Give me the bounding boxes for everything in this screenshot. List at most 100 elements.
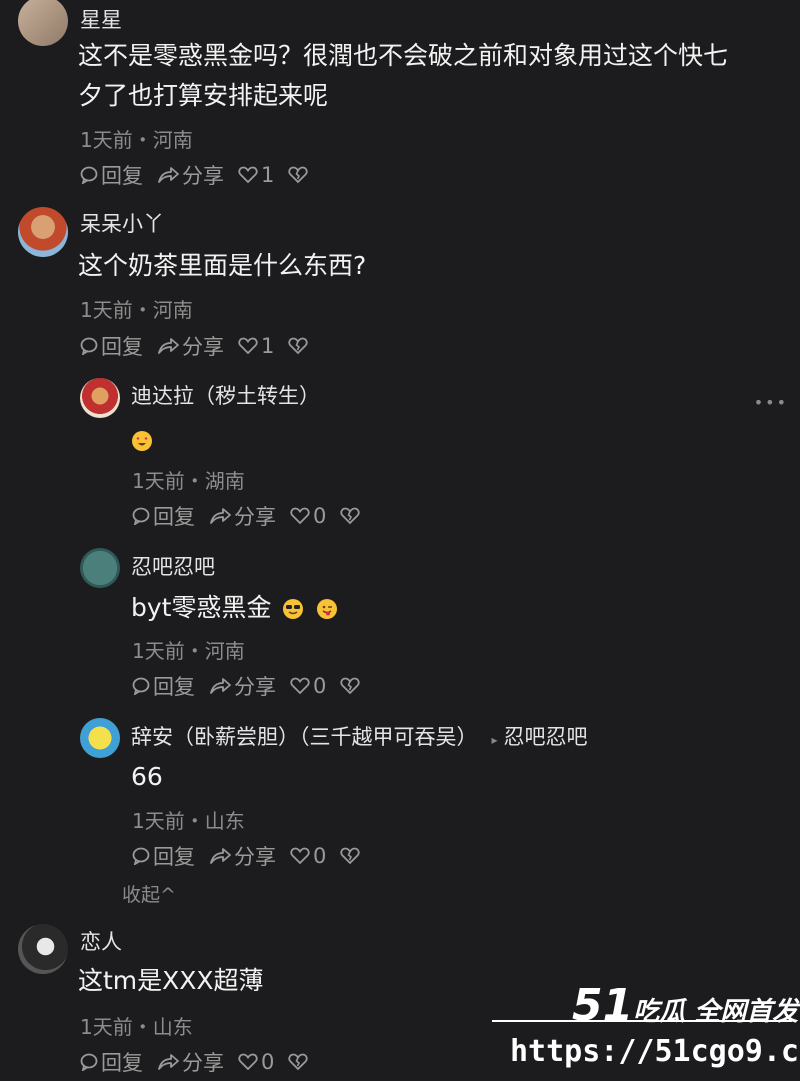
like-button[interactable]: 1 [238,334,274,358]
heart-icon [238,1053,258,1071]
broken-heart-icon [340,677,360,695]
reply-button[interactable]: 回复 [132,841,195,871]
broken-heart-icon [340,507,360,525]
reply-icon [132,507,150,525]
share-icon [210,848,231,864]
avatar[interactable] [80,548,120,588]
comment-meta: 1天前・山东 [80,1015,193,1039]
share-icon [210,678,231,694]
heart-eyes-emoji-icon [132,431,152,451]
comment-text: 这个奶茶里面是什么东西? [78,251,367,280]
share-label: 分享 [182,335,224,359]
comment-text: 夕了也打算安排起来呢 [78,81,329,110]
share-icon [158,167,179,183]
reply-text: 66 [131,762,163,791]
avatar[interactable] [18,0,68,46]
watermark-brand-text: 吃瓜 全网首发 [633,997,799,1027]
sunglasses-emoji-icon [283,599,304,619]
watermark-number: 51 [572,980,634,1031]
reply-author[interactable]: 迪达拉（秽土转生） [131,380,320,410]
comment-actions: 回复 分享 0 [80,1047,325,1077]
watermark-divider [492,1020,792,1022]
reply-text [132,420,152,460]
reply-to-name[interactable]: 忍吧忍吧 [504,725,588,749]
share-label: 分享 [234,675,276,699]
comment-text: 这不是零惑黑金吗？很潤也不会破之前和对象用过这个快七 [78,41,729,70]
share-button[interactable]: 分享 [157,160,224,190]
watermark-brand: 51吃瓜 全网首发 [572,980,798,1031]
comment-meta: 1天前・河南 [80,298,193,322]
winking-tongue-emoji-icon [317,599,338,619]
reply-button[interactable]: 回复 [132,501,195,531]
avatar[interactable] [80,718,120,758]
reply-label: 回复 [153,675,195,699]
reply-meta: 1天前・湖南 [132,469,245,493]
reply-text-content: byt零惑黑金 [131,593,272,622]
comment-actions: 回复 分享 1 [80,331,325,361]
comment-author[interactable]: 星星 [80,4,122,34]
like-button[interactable]: 0 [290,504,326,528]
share-label: 分享 [234,845,276,869]
like-button[interactable]: 0 [290,844,326,868]
reply-button[interactable]: 回复 [80,160,143,190]
dislike-button[interactable] [288,166,311,184]
dislike-button[interactable] [340,677,363,695]
share-button[interactable]: 分享 [209,841,276,871]
watermark-url: https://51cgo9.com [510,1034,800,1069]
comment-meta: 1天前・河南 [80,128,193,152]
like-count: 1 [261,334,275,358]
share-button[interactable]: 分享 [209,671,276,701]
like-count: 0 [313,674,327,698]
reply-meta: 1天前・河南 [132,639,245,663]
reply-text: byt零惑黑金 [131,588,338,628]
share-button[interactable]: 分享 [157,1047,224,1077]
avatar[interactable] [18,924,68,974]
watermark: 51吃瓜 全网首发 https://51cgo9.com [492,972,800,1076]
reply-author-name[interactable]: 辞安（卧薪尝胆）（三千越甲可吞吴） [131,725,478,749]
reply-author[interactable]: 忍吧忍吧 [131,551,215,581]
reply-to-arrow-icon: ▸ [491,733,498,747]
like-button[interactable]: 1 [238,163,274,187]
heart-icon [290,847,310,865]
reply-icon [80,166,98,184]
broken-heart-icon [288,166,308,184]
like-button[interactable]: 0 [238,1050,274,1074]
dislike-button[interactable] [340,847,363,865]
comment-author[interactable]: 呆呆小丫 [80,208,164,238]
broken-heart-icon [340,847,360,865]
reply-label: 回复 [153,845,195,869]
broken-heart-icon [288,1053,308,1071]
comment-author[interactable]: 恋人 [80,926,122,956]
dislike-button[interactable] [340,507,363,525]
like-button[interactable]: 0 [290,674,326,698]
reply-button[interactable]: 回复 [80,331,143,361]
more-options-icon[interactable]: ••• [754,393,788,412]
heart-icon [238,166,258,184]
like-count: 1 [261,163,275,187]
reply-label: 回复 [101,335,143,359]
dislike-button[interactable] [288,337,311,355]
reply-actions: 回复 分享 0 [132,501,377,531]
share-icon [158,1054,179,1070]
like-count: 0 [261,1050,275,1074]
reply-label: 回复 [101,1051,143,1075]
reply-button[interactable]: 回复 [80,1047,143,1077]
reply-button[interactable]: 回复 [132,671,195,701]
share-icon [158,338,179,354]
comment-actions: 回复 分享 1 [80,160,325,190]
heart-icon [290,507,310,525]
share-button[interactable]: 分享 [157,331,224,361]
reply-icon [132,847,150,865]
share-button[interactable]: 分享 [209,501,276,531]
like-count: 0 [313,504,327,528]
reply-actions: 回复 分享 0 [132,671,377,701]
like-count: 0 [313,844,327,868]
reply-icon [80,337,98,355]
share-label: 分享 [182,1051,224,1075]
avatar[interactable] [18,207,68,257]
avatar[interactable] [80,378,120,418]
dislike-button[interactable] [288,1053,311,1071]
reply-icon [80,1053,98,1071]
share-label: 分享 [182,164,224,188]
collapse-replies-button[interactable]: 收起^ [122,880,176,907]
